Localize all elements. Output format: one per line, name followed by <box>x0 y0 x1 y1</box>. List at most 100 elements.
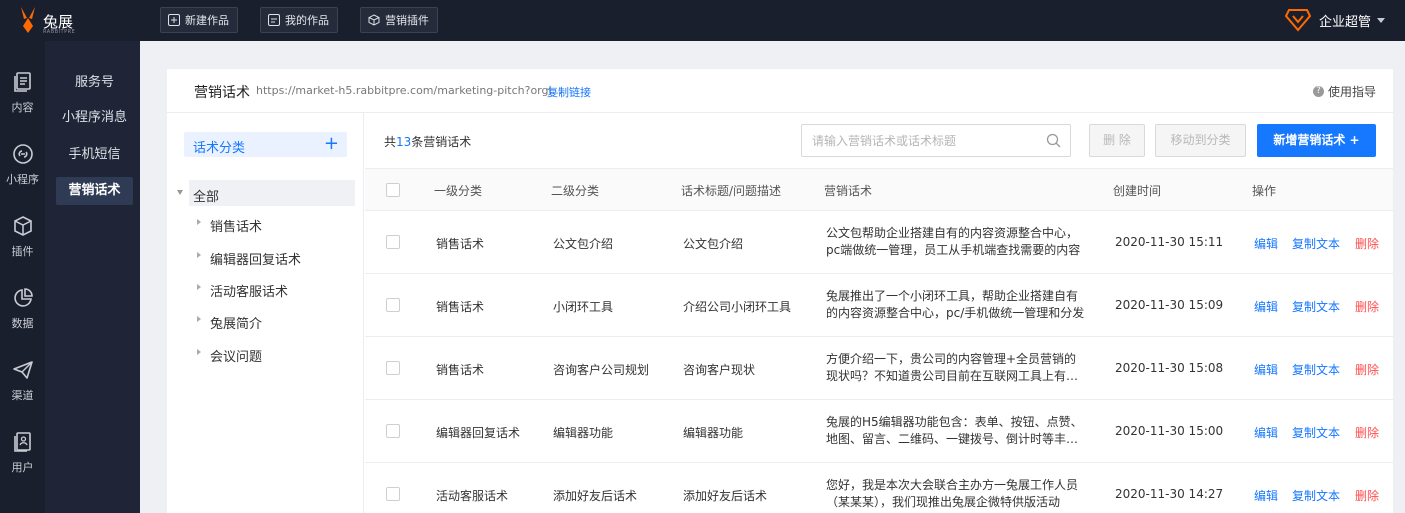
cell-category-1: 活动客服话术 <box>436 489 509 503</box>
list-square-icon <box>268 14 280 26</box>
new-work-button[interactable]: 新建作品 <box>160 7 238 33</box>
rail-label: 渠道 <box>11 389 34 402</box>
search-icon[interactable] <box>1046 133 1061 148</box>
edit-link[interactable]: 编辑 <box>1254 424 1278 441</box>
edit-link[interactable]: 编辑 <box>1254 487 1278 504</box>
cell-category-2: 添加好友后话术 <box>553 489 638 503</box>
chevron-down-icon <box>1377 17 1385 23</box>
rabbit-logo-icon <box>21 7 35 33</box>
tree-node-label: 销售话术 <box>210 220 263 235</box>
cell-title: 编辑器功能 <box>683 426 744 440</box>
marketing-plugin-button[interactable]: 营销插件 <box>360 7 438 33</box>
tree-node-label: 编辑器回复话术 <box>210 253 302 268</box>
cell-category-2: 小闭环工具 <box>553 300 614 314</box>
rail-item-miniprogram[interactable]: 小程序 <box>0 143 45 203</box>
cell-category-1: 销售话术 <box>436 237 485 251</box>
brand-logo[interactable]: 兔展 RABBITPRE <box>16 4 96 38</box>
edit-link[interactable]: 编辑 <box>1254 298 1278 315</box>
cell-created-time: 2020-11-30 15:08 <box>1115 361 1224 375</box>
column-header: 营销话术 <box>824 184 873 198</box>
main-card: 营销话术 https://market-h5.rabbitpre.com/mar… <box>167 69 1393 513</box>
select-all-checkbox[interactable] <box>386 183 400 197</box>
cell-content: 您好，我是本次大会联合主办方一兔展工作人员（某某某），我们现推出兔展企微特供版活… <box>826 478 1079 509</box>
secondary-nav: 服务号 小程序消息 手机短信 营销话术 <box>45 41 140 513</box>
cell-category-1: 销售话术 <box>436 363 485 377</box>
caret-down-icon[interactable] <box>177 190 183 195</box>
caret-right-icon[interactable] <box>197 284 201 290</box>
tree-node[interactable]: 活动客服话术 <box>197 278 347 300</box>
marketing-plugin-label: 营销插件 <box>385 14 429 27</box>
caret-right-icon[interactable] <box>197 252 201 258</box>
column-header: 一级分类 <box>434 184 483 198</box>
delete-link[interactable]: 删除 <box>1355 361 1379 378</box>
row-checkbox[interactable] <box>386 361 400 375</box>
caret-right-icon[interactable] <box>197 316 201 322</box>
copy-link-button[interactable]: 复制链接 <box>547 84 591 100</box>
question-icon: ? <box>1312 86 1324 97</box>
cell-title: 公文包介绍 <box>683 237 744 251</box>
rail-item-content[interactable]: 内容 <box>0 71 45 131</box>
delete-button[interactable]: 删 除 <box>1089 124 1145 157</box>
caret-right-icon[interactable] <box>197 349 201 355</box>
copy-text-link[interactable]: 复制文本 <box>1292 235 1340 252</box>
cell-category-2: 公文包介绍 <box>553 237 614 251</box>
copy-text-link[interactable]: 复制文本 <box>1292 487 1340 504</box>
rail-item-plugin[interactable]: 插件 <box>0 215 45 275</box>
delete-link[interactable]: 删除 <box>1355 298 1379 315</box>
user-menu[interactable]: 企业超管 <box>1284 7 1385 33</box>
caret-right-icon[interactable] <box>197 219 201 225</box>
help-label: 使用指导 <box>1327 85 1376 99</box>
shield-badge-icon <box>1284 9 1311 32</box>
brand-sub: RABBITPRE <box>43 29 76 35</box>
tree-node-label: 会议问题 <box>210 350 263 365</box>
rail-label: 小程序 <box>6 173 39 186</box>
category-tree-panel: 话术分类 + 全部 销售话术 编辑器回复话术 活动客服话术 兔展简介 会议问题 <box>167 113 364 513</box>
add-category-icon[interactable]: + <box>324 133 339 155</box>
cube-icon <box>13 216 32 236</box>
category-header-label: 话术分类 <box>193 141 246 156</box>
user-card-icon <box>13 432 31 452</box>
rail-item-data[interactable]: 数据 <box>0 287 45 347</box>
search-input[interactable] <box>812 132 1042 150</box>
tree-node[interactable]: 兔展简介 <box>197 310 347 332</box>
tree-node[interactable]: 编辑器回复话术 <box>197 246 347 268</box>
cell-content: 兔展推出了一个小闭环工具，帮助企业搭建自有的内容资源整合中心，pc/手机做统一管… <box>826 289 1085 320</box>
column-header: 话术标题/问题描述 <box>681 184 782 198</box>
row-checkbox[interactable] <box>386 235 400 249</box>
copy-text-link[interactable]: 复制文本 <box>1292 361 1340 378</box>
column-header: 操作 <box>1252 184 1277 198</box>
cell-category-1: 编辑器回复话术 <box>436 426 521 440</box>
tree-node[interactable]: 销售话术 <box>197 213 347 235</box>
subnav-item-miniprogram-message[interactable]: 小程序消息 <box>56 104 133 132</box>
my-works-button[interactable]: 我的作品 <box>260 7 338 33</box>
copy-text-link[interactable]: 复制文本 <box>1292 298 1340 315</box>
edit-link[interactable]: 编辑 <box>1254 361 1278 378</box>
add-pitch-button[interactable]: 新增营销话术 + <box>1257 124 1376 157</box>
subnav-item-service-account[interactable]: 服务号 <box>56 69 133 97</box>
tree-node-label: 兔展简介 <box>210 317 263 332</box>
subnav-item-sms[interactable]: 手机短信 <box>56 141 133 169</box>
cell-title: 介绍公司小闭环工具 <box>683 300 792 314</box>
delete-link[interactable]: 删除 <box>1355 487 1379 504</box>
top-bar: 兔展 RABBITPRE 新建作品 我的作品 营销插件 企业超管 <box>0 0 1405 41</box>
cell-category-2: 编辑器功能 <box>553 426 614 440</box>
subnav-item-marketing-pitch[interactable]: 营销话术 <box>56 177 133 205</box>
row-checkbox[interactable] <box>386 487 400 501</box>
plus-square-icon <box>168 14 180 26</box>
row-checkbox[interactable] <box>386 298 400 312</box>
tree-node-all[interactable]: 全部 <box>177 180 355 206</box>
copy-text-link[interactable]: 复制文本 <box>1292 424 1340 441</box>
cell-category-2: 咨询客户公司规划 <box>553 363 650 377</box>
edit-link[interactable]: 编辑 <box>1254 235 1278 252</box>
rail-label: 插件 <box>11 245 34 258</box>
delete-link[interactable]: 删除 <box>1355 235 1379 252</box>
row-checkbox[interactable] <box>386 424 400 438</box>
table-row: 活动客服话术 添加好友后话术 添加好友后话术 您好，我是本次大会联合主办方一兔展… <box>365 463 1393 513</box>
delete-link[interactable]: 删除 <box>1355 424 1379 441</box>
cube-icon <box>368 14 380 26</box>
rail-item-channel[interactable]: 渠道 <box>0 359 45 419</box>
tree-node[interactable]: 会议问题 <box>197 343 347 365</box>
rail-item-users[interactable]: 用户 <box>0 431 45 491</box>
help-guide-link[interactable]: ? 使用指导 <box>1312 83 1376 100</box>
move-to-category-button[interactable]: 移动到分类 <box>1155 124 1246 157</box>
